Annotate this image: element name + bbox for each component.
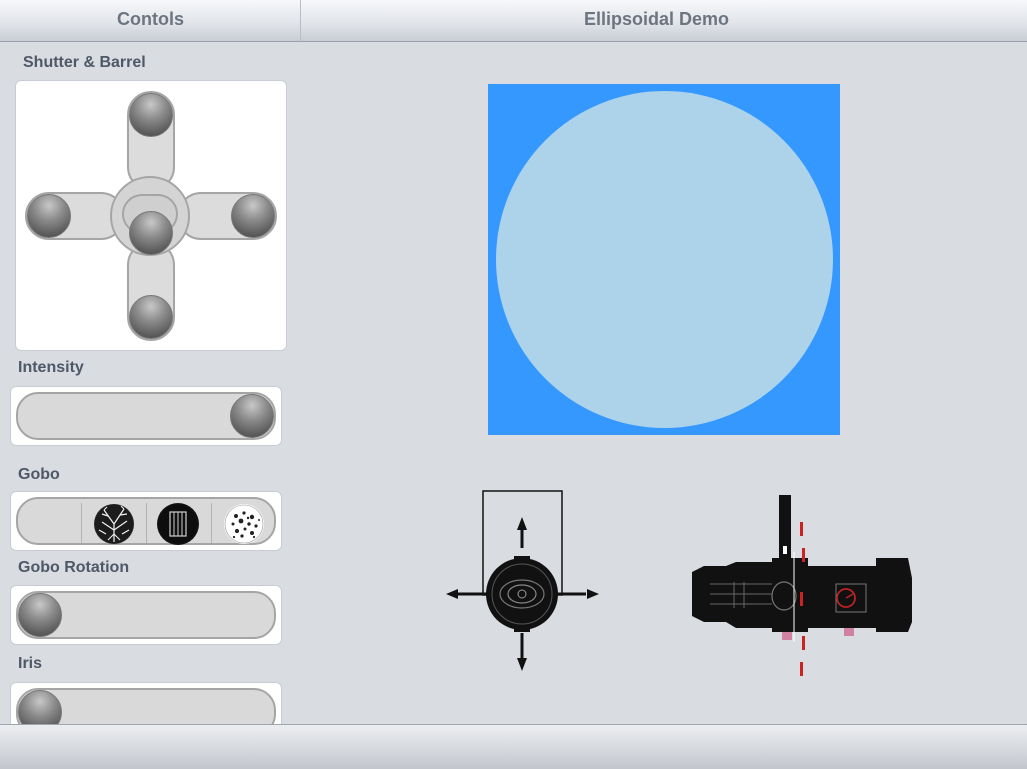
intensity-card [10, 386, 282, 446]
beam-preview [488, 84, 840, 435]
breakup-gobo-icon[interactable] [224, 504, 264, 544]
intensity-slider[interactable] [16, 392, 276, 440]
iris-slider-knob[interactable] [18, 690, 62, 724]
gobo-rotation-slider-knob[interactable] [18, 593, 62, 637]
right-shutter-knob[interactable] [231, 194, 275, 238]
gobo-selector[interactable] [16, 497, 276, 545]
gobo-card [10, 491, 282, 551]
ellipsoidal-front-view-icon [444, 488, 602, 673]
bottom-shutter-knob[interactable] [129, 295, 173, 339]
gobo-rotation-slider[interactable] [16, 591, 276, 639]
bottom-toolbar [0, 724, 1027, 769]
demo-header: Ellipsoidal Demo [300, 0, 1027, 42]
demo-title: Ellipsoidal Demo [584, 9, 730, 29]
intensity-label: Intensity [18, 359, 84, 376]
branches-gobo-icon[interactable] [94, 504, 134, 544]
window-gobo-icon[interactable] [158, 504, 198, 544]
gobo-rotation-label: Gobo Rotation [18, 559, 130, 576]
beam-spot [496, 91, 833, 428]
top-shutter-knob[interactable] [129, 93, 173, 137]
iris-card [10, 682, 282, 724]
shutter-barrel-label: Shutter & Barrel [23, 54, 146, 71]
ellipsoidal-side-view-icon [686, 492, 920, 682]
gobo-label: Gobo [18, 466, 60, 483]
controls-panel: Shutter & Barrel Intensity Gobo Gobo Rot… [0, 42, 300, 724]
left-shutter-knob[interactable] [27, 194, 71, 238]
controls-title: Contols [117, 9, 184, 29]
controls-header: Contols [0, 0, 300, 42]
iris-label: Iris [18, 655, 43, 672]
iris-slider[interactable] [16, 688, 276, 724]
shutter-barrel-control [15, 80, 287, 351]
intensity-slider-knob[interactable] [230, 394, 274, 438]
barrel-knob[interactable] [129, 211, 173, 255]
gobo-rotation-card [10, 585, 282, 645]
